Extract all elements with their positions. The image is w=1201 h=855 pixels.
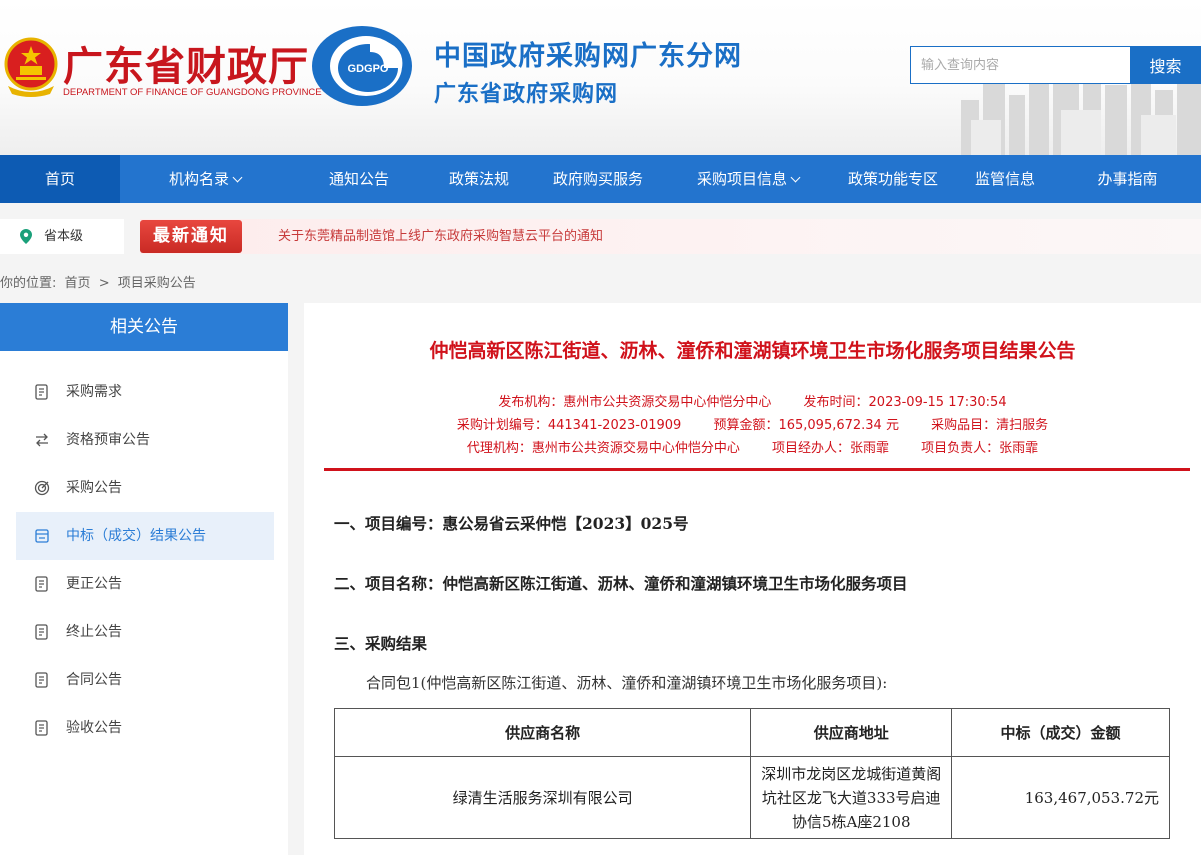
nav-item-project-info[interactable]: 采购项目信息 — [666, 155, 830, 203]
nav-item-guide[interactable]: 办事指南 — [1054, 155, 1201, 203]
nav-item-label: 采购项目信息 — [696, 170, 787, 188]
search-input[interactable] — [910, 46, 1130, 84]
cell-supplier-name: 绿清生活服务深圳有限公司 — [333, 756, 752, 839]
meta-row-2: 采购计划编号：441341-2023-01909 预算金额：165,095,67… — [304, 414, 1201, 433]
sidebar: 相关公告 采购需求 资格预审公告 采购公告 中标（成交）结果公告 更正公告 终止… — [0, 303, 288, 855]
sidebar-item-procurement[interactable]: 采购公告 — [16, 464, 274, 512]
meta-agency: 代理机构：惠州市公共资源交易中心仲恺分中心 — [466, 441, 740, 456]
main-nav: 首页 机构名录 通知公告 政策法规 政府购买服务 采购项目信息 政策功能专区 监… — [0, 155, 1201, 203]
national-emblem-icon — [4, 37, 58, 97]
document-result-icon — [35, 529, 49, 543]
nav-item-label: 政策法规 — [448, 170, 509, 188]
announcement-content: 仲恺高新区陈江街道、沥林、潼侨和潼湖镇环境卫生市场化服务项目结果公告 发布机构：… — [304, 303, 1201, 855]
sidebar-item-correction[interactable]: 更正公告 — [16, 560, 274, 608]
nav-item-notices[interactable]: 通知公告 — [290, 155, 428, 203]
nav-item-home[interactable]: 首页 — [0, 155, 120, 203]
document-list-icon — [35, 384, 48, 400]
breadcrumb-current[interactable]: 项目采购公告 — [118, 276, 196, 291]
site-header: 广东省财政厅 DEPARTMENT OF FINANCE OF GUANGDON… — [0, 0, 1201, 155]
nav-item-label: 机构名录 — [168, 170, 229, 188]
table-row: 绿清生活服务深圳有限公司 深圳市龙岗区龙城街道黄阁坑社区龙飞大道333号启迪协信… — [333, 756, 1170, 839]
document-list-icon — [35, 672, 48, 688]
location-pin-icon — [20, 229, 32, 244]
title-divider — [324, 468, 1190, 471]
section-result-heading: 三、采购结果 — [334, 634, 428, 653]
nav-item-label: 通知公告 — [328, 170, 389, 188]
sidebar-item-label: 更正公告 — [66, 576, 122, 592]
sidebar-item-label: 采购公告 — [66, 480, 122, 496]
meta-leader: 项目负责人：张雨霏 — [921, 441, 1039, 456]
dept-name-en: DEPARTMENT OF FINANCE OF GUANGDONG PROVI… — [63, 87, 322, 98]
meta-category: 采购品目：清扫服务 — [931, 418, 1049, 433]
search-button[interactable]: 搜索 — [1130, 46, 1201, 84]
sidebar-item-label: 验收公告 — [66, 720, 122, 736]
sidebar-item-label: 合同公告 — [66, 672, 122, 688]
chevron-down-icon — [790, 172, 801, 183]
dept-name: 广东省财政厅 — [63, 43, 309, 90]
nav-item-gov-services[interactable]: 政府购买服务 — [530, 155, 666, 203]
gdgpo-logo: GDGPO — [312, 26, 412, 106]
result-table: 供应商名称 供应商地址 中标（成交）金额 绿清生活服务深圳有限公司 深圳市龙岗区… — [333, 708, 1170, 839]
sidebar-item-contract[interactable]: 合同公告 — [16, 656, 274, 704]
document-list-icon — [35, 720, 48, 736]
document-list-icon — [35, 576, 48, 592]
table-header-row: 供应商名称 供应商地址 中标（成交）金额 — [333, 708, 1170, 757]
nav-item-supervision[interactable]: 监管信息 — [956, 155, 1054, 203]
meta-row-1: 发布机构：惠州市公共资源交易中心仲恺分中心 发布时间：2023-09-15 17… — [304, 391, 1201, 410]
sidebar-item-prequalification[interactable]: 资格预审公告 — [16, 416, 274, 464]
meta-manager: 项目经办人：张雨霏 — [771, 441, 889, 456]
meta-plan-no: 采购计划编号：441341-2023-01909 — [456, 418, 682, 433]
nav-item-label: 监管信息 — [974, 170, 1035, 188]
nav-item-label: 政府购买服务 — [552, 170, 643, 188]
header-supplier-name: 供应商名称 — [333, 708, 752, 757]
sidebar-item-termination[interactable]: 终止公告 — [16, 608, 274, 656]
nav-item-policies[interactable]: 政策法规 — [428, 155, 530, 203]
region-label: 省本级 — [44, 229, 84, 244]
breadcrumb: 你的位置: 首页 > 项目采购公告 — [0, 272, 200, 291]
breadcrumb-prefix: 你的位置: — [0, 276, 57, 291]
header-supplier-address: 供应商地址 — [750, 708, 953, 757]
latest-notice-badge: 最新通知 — [140, 220, 242, 253]
sidebar-item-label: 终止公告 — [66, 624, 122, 640]
gdgpo-logo-text: GDGPO — [348, 63, 389, 75]
meta-publish-time: 发布时间：2023-09-15 17:30:54 — [803, 395, 1007, 410]
sidebar-item-label: 资格预审公告 — [66, 432, 150, 448]
notice-bar: 最新通知 关于东莞精品制造馆上线广东政府采购智慧云平台的通知 — [140, 219, 1201, 254]
breadcrumb-separator: > — [98, 276, 110, 291]
breadcrumb-home[interactable]: 首页 — [65, 276, 91, 291]
sidebar-item-acceptance[interactable]: 验收公告 — [16, 704, 274, 752]
cell-supplier-address: 深圳市龙岗区龙城街道黄阁坑社区龙飞大道333号启迪协信5栋A座2108 — [750, 756, 953, 839]
target-icon — [34, 480, 50, 496]
nav-item-label: 首页 — [44, 170, 75, 188]
nav-item-label: 办事指南 — [1097, 170, 1158, 188]
meta-row-3: 代理机构：惠州市公共资源交易中心仲恺分中心 项目经办人：张雨霏 项目负责人：张雨… — [304, 437, 1201, 456]
document-list-icon — [35, 624, 48, 640]
chevron-down-icon — [232, 172, 243, 183]
sidebar-item-requirements[interactable]: 采购需求 — [16, 368, 274, 416]
sidebar-item-label: 中标（成交）结果公告 — [66, 528, 206, 544]
cell-award-amount: 163,467,053.72元 — [951, 756, 1170, 839]
sidebar-item-result[interactable]: 中标（成交）结果公告 — [16, 512, 274, 560]
meta-budget: 预算金额：165,095,672.34 元 — [713, 418, 899, 433]
site-title: 中国政府采购网广东分网 — [434, 41, 742, 72]
swap-arrows-icon — [36, 433, 48, 447]
nav-item-directory[interactable]: 机构名录 — [120, 155, 290, 203]
region-selector[interactable]: 省本级 — [0, 219, 124, 254]
page-title: 仲恺高新区陈江街道、沥林、潼侨和潼湖镇环境卫生市场化服务项目结果公告 — [429, 340, 1076, 362]
nav-item-label: 政策功能专区 — [847, 170, 938, 188]
sidebar-title: 相关公告 — [0, 303, 288, 351]
sidebar-item-label: 采购需求 — [66, 384, 122, 400]
notice-link[interactable]: 关于东莞精品制造馆上线广东政府采购智慧云平台的通知 — [278, 219, 603, 254]
meta-publisher: 发布机构：惠州市公共资源交易中心仲恺分中心 — [498, 395, 772, 410]
nav-item-policy-zone[interactable]: 政策功能专区 — [830, 155, 956, 203]
section-project-name: 二、项目名称：仲恺高新区陈江街道、沥林、潼侨和潼湖镇环境卫生市场化服务项目 — [334, 574, 908, 593]
header-award-amount: 中标（成交）金额 — [951, 708, 1170, 757]
contract-package-line: 合同包1(仲恺高新区陈江街道、沥林、潼侨和潼湖镇环境卫生市场化服务项目): — [366, 674, 888, 692]
site-subtitle: 广东省政府采购网 — [434, 82, 619, 107]
section-project-number: 一、项目编号：惠公易省云采仲恺【2023】025号 — [334, 514, 689, 533]
